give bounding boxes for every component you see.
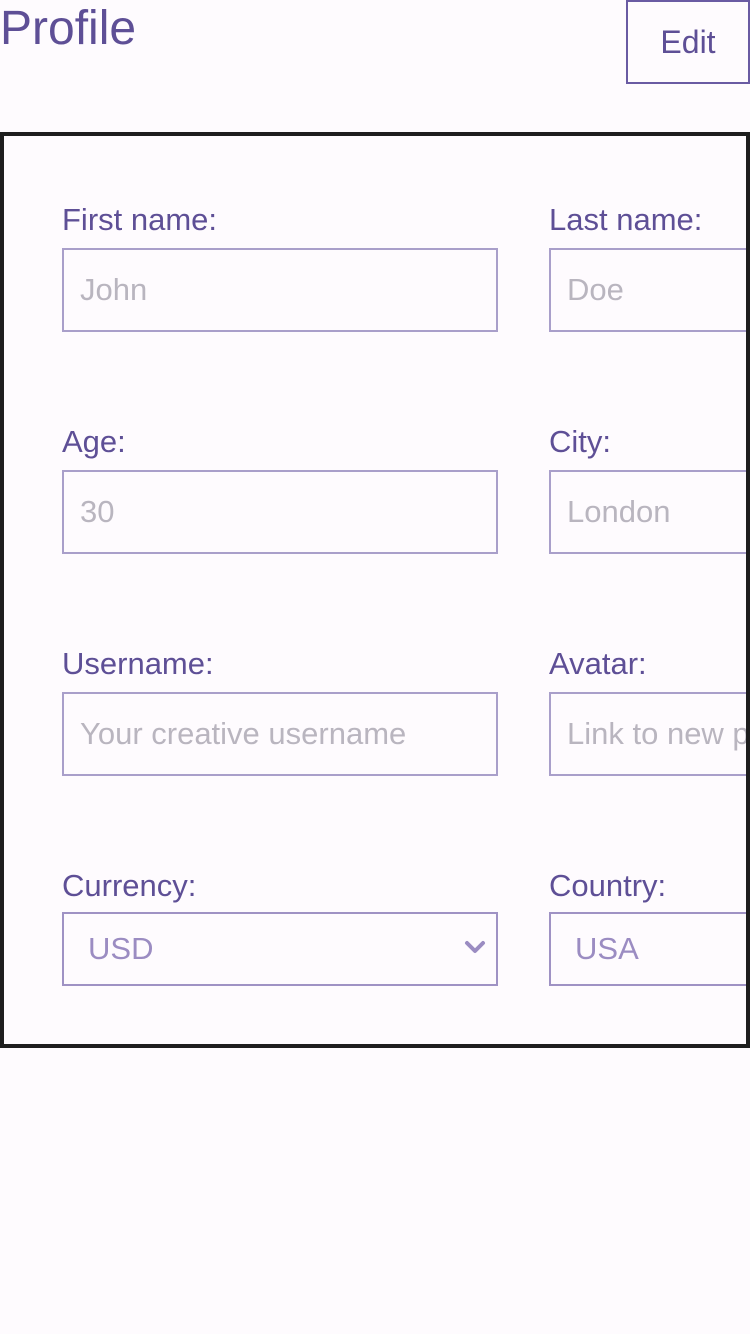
country-label: Country: [549, 868, 667, 903]
last-name-label: Last name: [549, 202, 703, 237]
first-name-label: First name: [62, 202, 218, 237]
last-name-input[interactable] [549, 248, 746, 332]
profile-form: First name: Last name: Age: City: Userna… [0, 132, 750, 1048]
username-input[interactable] [62, 692, 498, 776]
age-label: Age: [62, 424, 126, 459]
page-title: Profile [0, 2, 137, 55]
chevron-down-icon [465, 941, 485, 953]
country-select[interactable]: USA [549, 912, 746, 986]
first-name-input[interactable] [62, 248, 498, 332]
edit-button[interactable]: Edit [626, 0, 750, 84]
currency-selected-value: USD [88, 931, 154, 966]
username-label: Username: [62, 646, 214, 681]
country-selected-value: USA [575, 931, 639, 966]
currency-label: Currency: [62, 868, 197, 903]
avatar-label: Avatar: [549, 646, 647, 681]
city-input[interactable] [549, 470, 746, 554]
city-label: City: [549, 424, 611, 459]
currency-select[interactable]: USD [62, 912, 498, 986]
age-input[interactable] [62, 470, 498, 554]
avatar-input[interactable] [549, 692, 746, 776]
profile-page: Profile Edit First name: Last name: Age:… [0, 0, 750, 1334]
